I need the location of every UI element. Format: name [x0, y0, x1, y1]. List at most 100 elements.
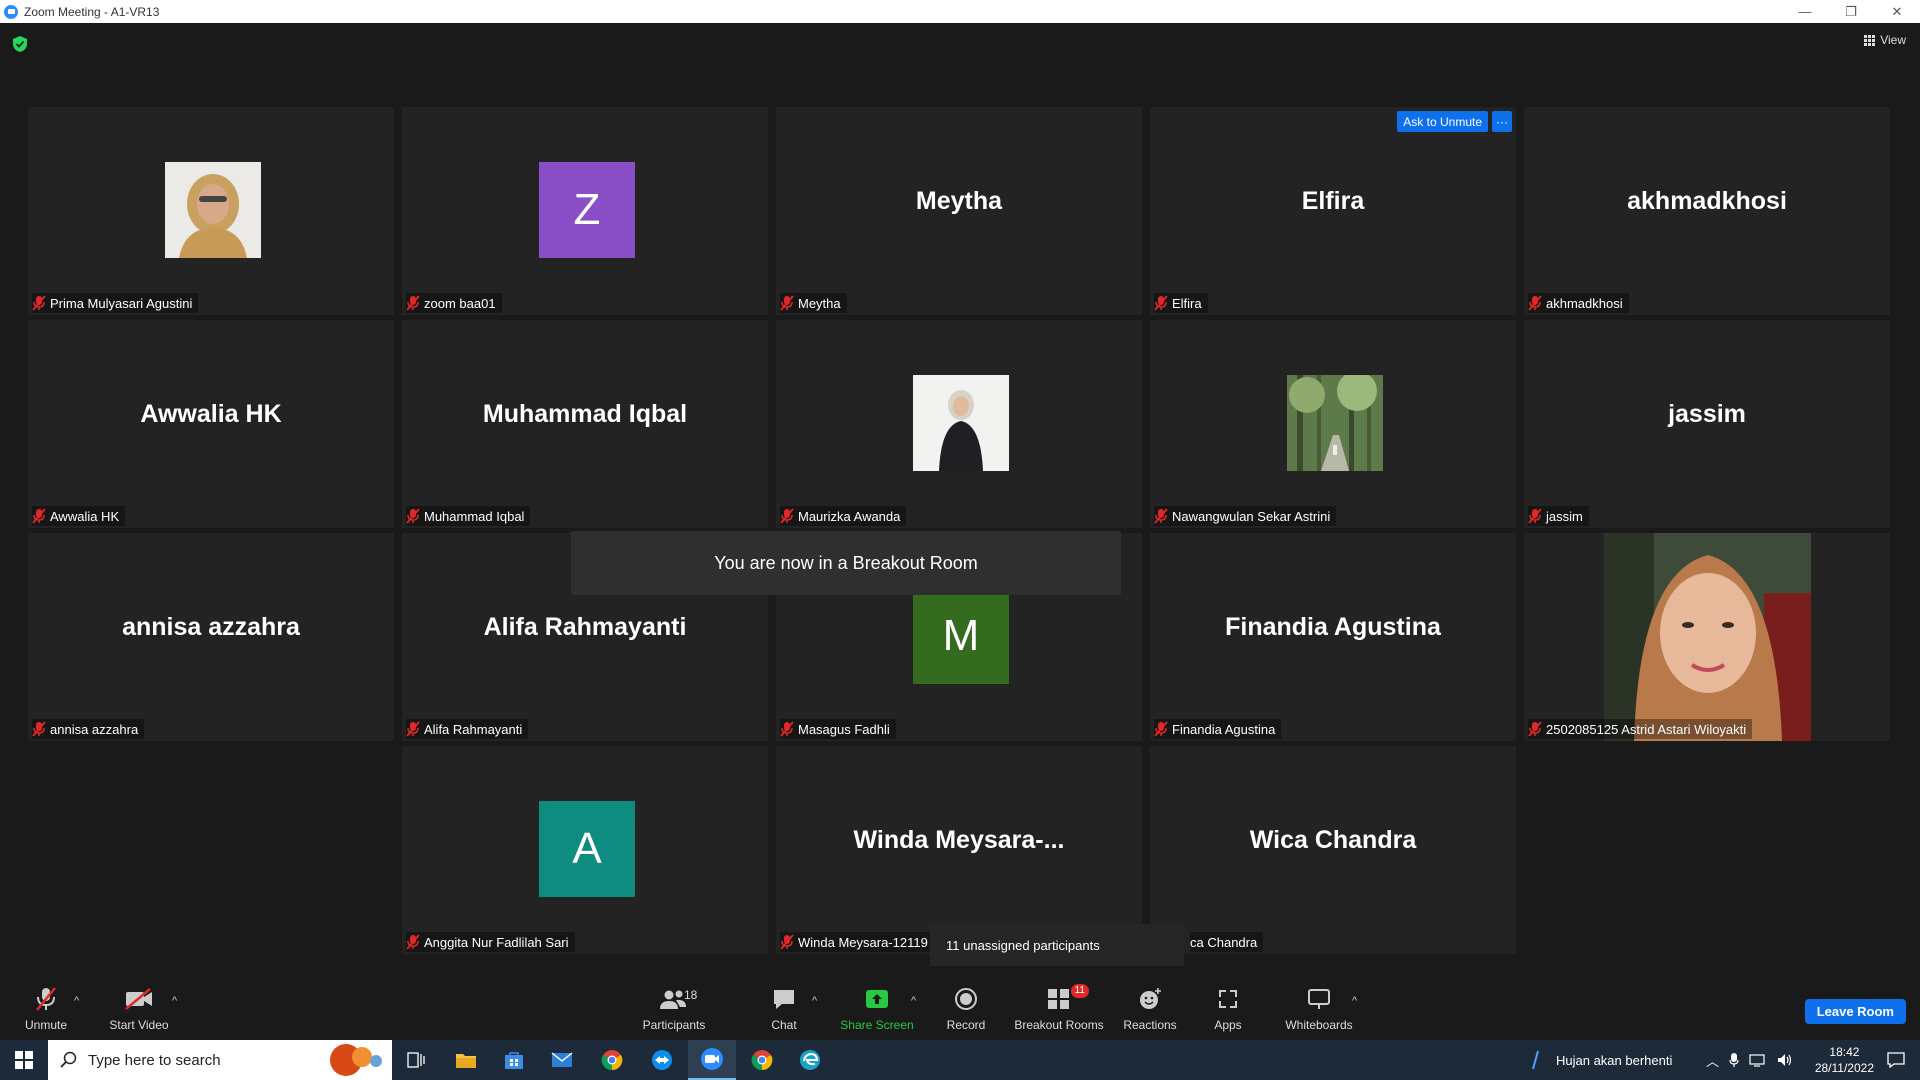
- volume-icon[interactable]: [1777, 1053, 1793, 1067]
- participants-button[interactable]: 18 Participants: [638, 975, 710, 1040]
- chrome-icon: [601, 1050, 623, 1071]
- participant-name-label: Nawangwulan Sekar Astrini: [1154, 506, 1337, 526]
- share-screen-button[interactable]: Share Screen: [840, 975, 914, 1040]
- participant-display-name: annisa azzahra: [122, 613, 300, 641]
- reactions-button[interactable]: Reactions: [1120, 975, 1180, 1040]
- search-highlight-icon: [330, 1044, 382, 1076]
- store-button[interactable]: [490, 1040, 538, 1080]
- breakout-room-notification: You are now in a Breakout Room: [571, 531, 1121, 595]
- mic-muted-icon: [1154, 721, 1168, 737]
- more-options-button[interactable]: ···: [1492, 111, 1512, 132]
- ask-to-unmute-button[interactable]: Ask to Unmute: [1397, 111, 1488, 132]
- record-button[interactable]: Record: [942, 975, 990, 1040]
- mic-muted-icon: [32, 721, 46, 737]
- chrome-button[interactable]: [588, 1040, 636, 1080]
- weather-text: Hujan akan berhenti: [1556, 1052, 1673, 1068]
- mic-muted-icon: [406, 508, 420, 524]
- chrome-icon: [751, 1050, 773, 1071]
- participant-name-label: Alifa Rahmayanti: [406, 719, 529, 739]
- participant-tile[interactable]: 2502085125 Astrid Astari Wiloyakti: [1524, 533, 1890, 741]
- microphone-icon[interactable]: [1729, 1052, 1739, 1068]
- participant-name-label: Finandia Agustina: [1154, 719, 1282, 739]
- breakout-rooms-button[interactable]: 11 Breakout Rooms: [1014, 975, 1104, 1040]
- mail-button[interactable]: [538, 1040, 586, 1080]
- participant-tile[interactable]: Finandia Agustina Finandia Agustina: [1150, 533, 1516, 741]
- participant-display-name: Wica Chandra: [1249, 826, 1417, 854]
- encryption-shield-icon[interactable]: [12, 35, 28, 53]
- store-icon: [505, 1052, 523, 1069]
- restore-button[interactable]: ❐: [1828, 0, 1874, 23]
- audio-options-caret[interactable]: ^: [74, 995, 79, 1007]
- search-icon: [60, 1051, 77, 1068]
- start-video-button[interactable]: Start Video: [104, 975, 174, 1040]
- participant-display-name: Alifa Rahmayanti: [483, 613, 687, 641]
- system-tray: ︿: [1706, 1040, 1793, 1080]
- taskbar-search-box[interactable]: Type here to search: [48, 1040, 392, 1080]
- mic-muted-icon: [780, 295, 794, 311]
- title-bar: Zoom Meeting - A1-VR13 — ❐ ✕: [0, 0, 1920, 23]
- participant-tile[interactable]: Wica Chandra ca Chandra: [1150, 746, 1516, 954]
- minimize-button[interactable]: —: [1782, 0, 1828, 23]
- teamviewer-button[interactable]: [638, 1040, 686, 1080]
- participant-video: [1604, 533, 1811, 741]
- notification-center-button[interactable]: [1872, 1040, 1920, 1080]
- participant-tile[interactable]: Meytha Meytha: [776, 107, 1142, 315]
- edge-button[interactable]: [786, 1040, 834, 1080]
- taskbar-clock[interactable]: 18:42 28/11/2022: [1815, 1044, 1874, 1076]
- share-options-caret[interactable]: ^: [911, 995, 916, 1007]
- file-explorer-button[interactable]: [442, 1040, 490, 1080]
- chrome-window-button[interactable]: [738, 1040, 786, 1080]
- close-button[interactable]: ✕: [1874, 0, 1920, 23]
- whiteboard-options-caret[interactable]: ^: [1352, 995, 1357, 1007]
- participant-tile[interactable]: Winda Meysara-... Winda Meysara-12119: [776, 746, 1142, 954]
- participant-tile[interactable]: akhmadkhosi akhmadkhosi: [1524, 107, 1890, 315]
- participant-tile[interactable]: Prima Mulyasari Agustini: [28, 107, 394, 315]
- mic-muted-icon: [406, 295, 420, 311]
- participant-tile[interactable]: A Anggita Nur Fadlilah Sari: [402, 746, 768, 954]
- mic-muted-icon: [32, 295, 46, 311]
- apps-button[interactable]: Apps: [1208, 975, 1248, 1040]
- participant-display-name: Finandia Agustina: [1225, 613, 1441, 641]
- breakout-rooms-icon: 11: [1029, 984, 1089, 1012]
- participant-avatar: M: [913, 588, 1009, 684]
- whiteboards-button[interactable]: Whiteboards: [1282, 975, 1356, 1040]
- edge-icon: [800, 1050, 820, 1070]
- participant-tile[interactable]: Ask to Unmute ··· Elfira Elfira: [1150, 107, 1516, 315]
- clock-time: 18:42: [1829, 1045, 1860, 1059]
- participant-name-label: Meytha: [780, 293, 847, 313]
- video-options-caret[interactable]: ^: [172, 995, 177, 1007]
- participant-tile[interactable]: jassim jassim: [1524, 320, 1890, 528]
- participant-display-name: Meytha: [915, 187, 1003, 215]
- participant-photo: [913, 375, 1009, 471]
- view-button[interactable]: View: [1864, 33, 1906, 47]
- participant-tile[interactable]: Muhammad Iqbal Muhammad Iqbal: [402, 320, 768, 528]
- weather-widget[interactable]: Hujan akan berhenti: [1530, 1040, 1672, 1080]
- participant-name-label: Awwalia HK: [32, 506, 126, 526]
- participant-tile[interactable]: annisa azzahra annisa azzahra: [28, 533, 394, 741]
- network-icon[interactable]: [1749, 1053, 1767, 1067]
- mic-muted-icon: [1528, 508, 1542, 524]
- grid-view-icon: [1864, 34, 1876, 46]
- view-label: View: [1880, 33, 1906, 47]
- unassigned-participants-tooltip: 11 unassigned participants: [930, 924, 1184, 966]
- participant-tile[interactable]: Maurizka Awanda: [776, 320, 1142, 528]
- chat-options-caret[interactable]: ^: [812, 995, 817, 1007]
- mic-muted-icon: [406, 721, 420, 737]
- participant-name-label: Elfira: [1154, 293, 1208, 313]
- participant-avatar: A: [539, 801, 635, 897]
- participant-name-label: akhmadkhosi: [1528, 293, 1629, 313]
- mic-muted-icon: [406, 934, 420, 950]
- participant-tile[interactable]: Nawangwulan Sekar Astrini: [1150, 320, 1516, 528]
- leave-room-button[interactable]: Leave Room: [1804, 999, 1906, 1024]
- participant-tile[interactable]: Awwalia HK Awwalia HK: [28, 320, 394, 528]
- breakout-rooms-badge: 11: [1070, 984, 1089, 998]
- participant-tile[interactable]: Z zoom baa01: [402, 107, 768, 315]
- zoom-taskbar-button[interactable]: [688, 1040, 736, 1080]
- chat-button[interactable]: Chat: [764, 975, 804, 1040]
- folder-icon: [456, 1054, 476, 1068]
- task-view-button[interactable]: [392, 1040, 440, 1080]
- unmute-button[interactable]: Unmute: [18, 975, 74, 1040]
- windows-start-button[interactable]: [0, 1040, 48, 1080]
- tray-chevron-icon[interactable]: ︿: [1706, 1051, 1719, 1070]
- mic-muted-icon: [32, 508, 46, 524]
